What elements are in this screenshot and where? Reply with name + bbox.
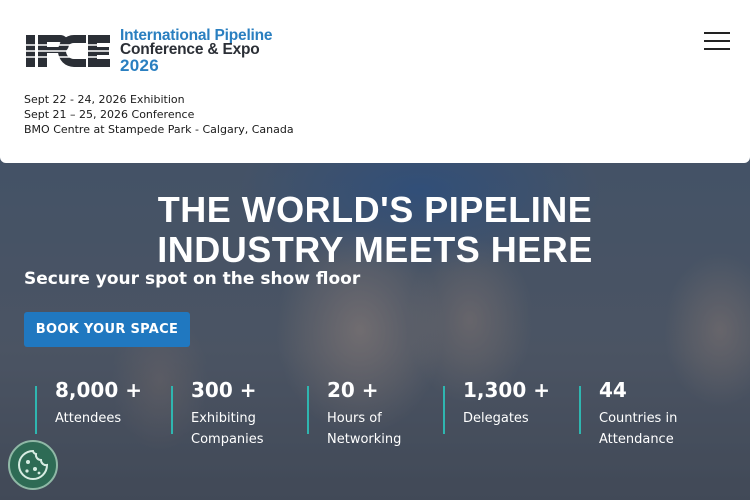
- stat-value: 300 +: [191, 378, 257, 402]
- logo-year: 2026: [120, 56, 160, 75]
- stat-value: 20 +: [327, 378, 379, 402]
- stat-divider: [35, 386, 37, 434]
- headline-line1: THE WORLD'S PIPELINE: [157, 189, 593, 230]
- hero-headline: THE WORLD'S PIPELINE INDUSTRY MEETS HERE: [0, 190, 750, 270]
- background-signage: [40, 160, 47, 191]
- stat-divider: [307, 386, 309, 434]
- hero-subheading: Secure your spot on the show floor: [24, 269, 361, 289]
- stat-label: Countries in Attendance: [599, 411, 678, 447]
- stats-row: 8,000 + Attendees 300 + Exhibiting Compa…: [0, 376, 750, 456]
- site-header: International Pipeline Conference & Expo…: [0, 0, 750, 163]
- hamburger-menu-icon[interactable]: [702, 30, 732, 52]
- event-info: Sept 22 - 24, 2026 Exhibition Sept 21 – …: [24, 92, 294, 137]
- stat-label: Exhibiting Companies: [191, 411, 264, 447]
- exhibition-dates: Sept 22 - 24, 2026 Exhibition: [24, 93, 185, 106]
- stat-divider: [443, 386, 445, 434]
- stat-value: 8,000 +: [55, 378, 142, 402]
- stat-exhibitors: 300 + Exhibiting Companies: [171, 376, 307, 447]
- stat-value: 1,300 +: [463, 378, 550, 402]
- stat-label: Attendees: [55, 411, 122, 426]
- conference-dates: Sept 21 – 25, 2026 Conference: [24, 108, 195, 121]
- ipce-logo-mark: [26, 35, 110, 67]
- stat-countries: 44 Countries in Attendance: [579, 376, 715, 447]
- stat-networking-hours: 20 + Hours of Networking: [307, 376, 443, 447]
- stat-value: 44: [599, 378, 627, 402]
- book-your-space-button[interactable]: BOOK YOUR SPACE: [24, 312, 190, 347]
- cookie-icon: [18, 449, 49, 480]
- stat-delegates: 1,300 + Delegates: [443, 376, 579, 446]
- ipce-logo[interactable]: International Pipeline Conference & Expo…: [26, 27, 276, 75]
- stat-label: Delegates: [463, 411, 529, 426]
- stat-label: Hours of Networking: [327, 411, 402, 447]
- headline-line2: INDUSTRY MEETS HERE: [157, 229, 593, 270]
- venue: BMO Centre at Stampede Park - Calgary, C…: [24, 123, 294, 136]
- stat-attendees: 8,000 + Attendees: [35, 376, 171, 446]
- stat-divider: [579, 386, 581, 434]
- stat-divider: [171, 386, 173, 434]
- cookie-settings-button[interactable]: [8, 440, 58, 490]
